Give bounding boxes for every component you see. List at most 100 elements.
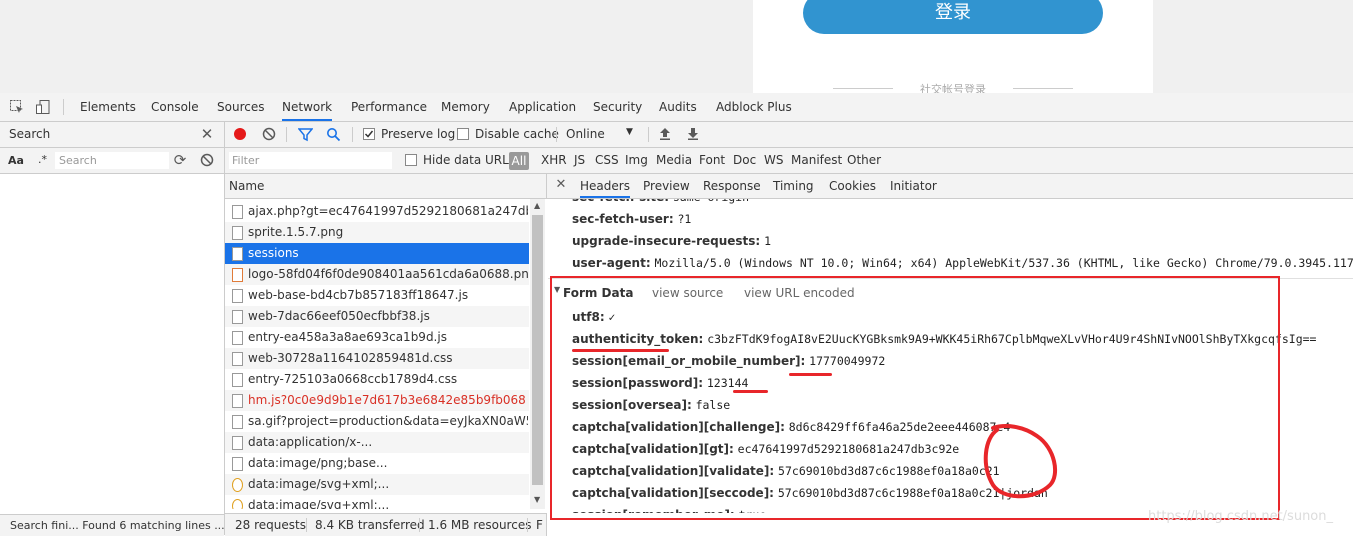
divider (833, 88, 893, 89)
tab-performance[interactable]: Performance (351, 93, 427, 121)
close-icon[interactable]: ✕ (554, 177, 568, 192)
request-row[interactable]: sprite.1.5.7.png (225, 222, 529, 243)
device-toolbar-icon[interactable] (34, 99, 52, 117)
filter-type-media[interactable]: Media (656, 148, 692, 173)
match-case-toggle[interactable]: Aa (8, 154, 24, 167)
regex-toggle[interactable]: .* (38, 153, 47, 166)
header-key: upgrade-insecure-requests: (572, 234, 761, 248)
svg-file-icon (232, 499, 243, 509)
filter-type-font[interactable]: Font (699, 148, 725, 173)
file-icon (232, 394, 243, 408)
throttling-select[interactable]: Online (566, 127, 605, 141)
request-row[interactable]: sa.gif?project=production&data=eyJkaXN0a… (225, 411, 529, 432)
separator (648, 127, 649, 142)
hide-data-urls-checkbox[interactable] (405, 154, 417, 166)
preserve-log-checkbox[interactable] (363, 128, 375, 140)
request-row[interactable]: entry-725103a0668ccb1789d4.css (225, 369, 529, 390)
underline-annotation (789, 373, 832, 376)
tab-headers[interactable]: Headers (580, 174, 630, 198)
request-row[interactable]: data:image/svg+xml;... (225, 495, 529, 509)
request-name: sprite.1.5.7.png (248, 225, 344, 239)
underline-annotation (572, 349, 669, 352)
request-row[interactable]: data:application/x-... (225, 432, 529, 453)
tab-preview[interactable]: Preview (643, 174, 690, 198)
filter-icon[interactable] (297, 127, 314, 142)
tab-console[interactable]: Console (151, 93, 199, 121)
tab-initiator[interactable]: Initiator (890, 174, 937, 198)
underline-annotation (733, 390, 768, 393)
request-name: entry-725103a0668ccb1789d4.css (248, 372, 458, 386)
header-line: user-agent: Mozilla/5.0 (Windows NT 10.0… (572, 253, 1353, 273)
request-row[interactable]: ajax.php?gt=ec47641997d5292180681a247db3… (225, 201, 529, 222)
search-pane-title: Search (9, 127, 51, 141)
tab-security[interactable]: Security (593, 93, 642, 121)
tab-adblock-plus[interactable]: Adblock Plus (716, 93, 792, 121)
disable-cache-checkbox[interactable] (457, 128, 469, 140)
preserve-log-label: Preserve log (381, 127, 456, 141)
request-name: web-base-bd4cb7b857183ff18647.js (248, 288, 469, 302)
request-row[interactable]: web-base-bd4cb7b857183ff18647.js (225, 285, 529, 306)
tab-audits[interactable]: Audits (659, 93, 697, 121)
request-name: sa.gif?project=production&data=eyJkaXN0a… (248, 414, 528, 428)
scroll-down-icon[interactable]: ▼ (534, 495, 540, 504)
scrollbar-thumb[interactable] (532, 215, 543, 485)
request-row[interactable]: data:image/svg+xml;... (225, 474, 529, 495)
request-list-header[interactable]: Name (225, 174, 547, 199)
filter-type-xhr[interactable]: XHR (541, 148, 567, 173)
filter-type-css[interactable]: CSS (595, 148, 619, 173)
request-row[interactable]: logo-58fd04f6f0de908401aa561cda6a0688.pn… (225, 264, 529, 285)
image-file-icon (232, 268, 243, 282)
header-line: sec-fetch-site: same-origin (572, 199, 749, 207)
filter-input[interactable]: Filter (229, 152, 392, 169)
request-name: data:application/x-... (248, 435, 373, 449)
record-icon[interactable] (234, 128, 246, 140)
request-row-selected[interactable]: sessions (225, 243, 529, 264)
request-row[interactable]: data:image/png;base... (225, 453, 529, 474)
tab-elements[interactable]: Elements (80, 93, 136, 121)
filter-type-doc[interactable]: Doc (733, 148, 756, 173)
filter-type-ws[interactable]: WS (764, 148, 783, 173)
file-icon (232, 373, 243, 387)
search-input[interactable]: Search (55, 152, 169, 169)
request-row-error[interactable]: hm.js?0c0e9d9b1e7d617b3e6842e85b9fb068 (225, 390, 529, 411)
request-row[interactable]: web-7dac66eef050ecfbbf38.js (225, 306, 529, 327)
resources-size: 1.6 MB resources (428, 518, 532, 532)
tab-cookies[interactable]: Cookies (829, 174, 876, 198)
tab-response[interactable]: Response (703, 174, 761, 198)
file-icon (232, 457, 243, 471)
separator (352, 127, 353, 142)
search-icon[interactable] (326, 127, 341, 142)
export-har-icon[interactable] (686, 127, 700, 141)
tab-application[interactable]: Application (509, 93, 576, 121)
social-login-label: 社交帐号登录 (920, 83, 986, 93)
scroll-up-icon[interactable]: ▲ (534, 201, 540, 210)
filter-type-manifest[interactable]: Manifest (791, 148, 842, 173)
tab-memory[interactable]: Memory (441, 93, 490, 121)
tab-network[interactable]: Network (282, 93, 333, 121)
import-har-icon[interactable] (658, 127, 672, 141)
file-icon (232, 436, 243, 450)
search-status-text: Search fini... Found 6 matching lines ..… (10, 519, 224, 532)
separator (556, 127, 557, 142)
header-key: sec-fetch-user: (572, 212, 674, 226)
refresh-icon[interactable]: ⟳ (172, 151, 188, 169)
login-button[interactable]: 登录 (803, 0, 1103, 34)
close-icon[interactable]: ✕ (199, 125, 215, 143)
chevron-down-icon[interactable]: ▼ (626, 127, 633, 137)
separator (419, 518, 420, 532)
separator (306, 518, 307, 532)
inspect-element-icon[interactable] (8, 99, 26, 117)
filter-type-other[interactable]: Other (847, 148, 881, 173)
filter-bar (225, 148, 1353, 174)
tab-timing[interactable]: Timing (773, 174, 814, 198)
request-row[interactable]: entry-ea458a3a8ae693ca1b9d.js (225, 327, 529, 348)
request-row[interactable]: web-30728a1164102859481d.css (225, 348, 529, 369)
filter-type-all[interactable]: All (509, 152, 529, 170)
tab-sources[interactable]: Sources (217, 93, 264, 121)
filter-type-img[interactable]: Img (625, 148, 648, 173)
clear-log-icon[interactable] (262, 127, 276, 141)
request-name: data:image/png;base... (248, 456, 388, 470)
clear-icon[interactable] (200, 153, 214, 167)
filter-type-js[interactable]: JS (574, 148, 585, 173)
divider (1013, 88, 1073, 89)
